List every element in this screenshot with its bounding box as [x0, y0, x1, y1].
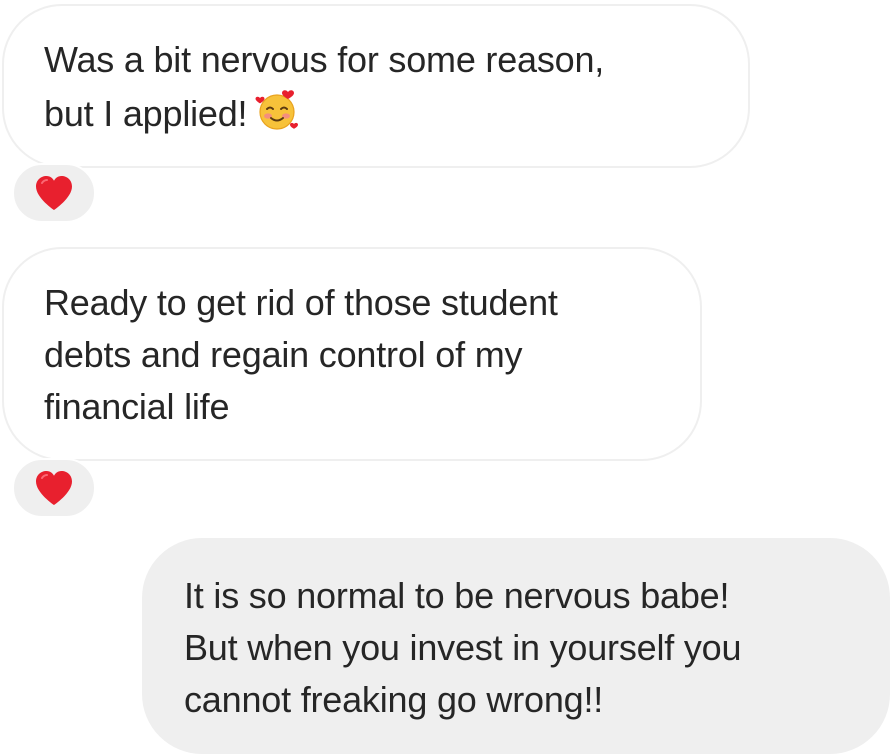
message-line: financial life	[44, 386, 230, 427]
message-line-with-emoji: but I applied!	[44, 86, 708, 140]
message-line: Was a bit nervous for some reason,	[44, 39, 605, 80]
message-line: It is so normal to be nervous babe!	[184, 575, 730, 616]
smiling-face-with-hearts-icon	[255, 90, 299, 130]
message-line: cannot freaking go wrong!!	[184, 679, 604, 720]
red-heart-icon	[36, 471, 72, 505]
message-line: but I applied!	[44, 93, 248, 134]
message-line: debts and regain control of my	[44, 334, 523, 375]
reaction-badge[interactable]	[12, 163, 96, 223]
message-line: Ready to get rid of those student	[44, 282, 558, 323]
reaction-badge[interactable]	[12, 458, 96, 518]
message-line: But when you invest in yourself you	[184, 627, 742, 668]
outgoing-message-bubble[interactable]: It is so normal to be nervous babe! But …	[142, 538, 890, 754]
message-thread: Was a bit nervous for some reason, but I…	[0, 0, 892, 756]
incoming-message-bubble[interactable]: Was a bit nervous for some reason, but I…	[2, 4, 750, 168]
incoming-message-bubble[interactable]: Ready to get rid of those student debts …	[2, 247, 702, 461]
red-heart-icon	[36, 176, 72, 210]
